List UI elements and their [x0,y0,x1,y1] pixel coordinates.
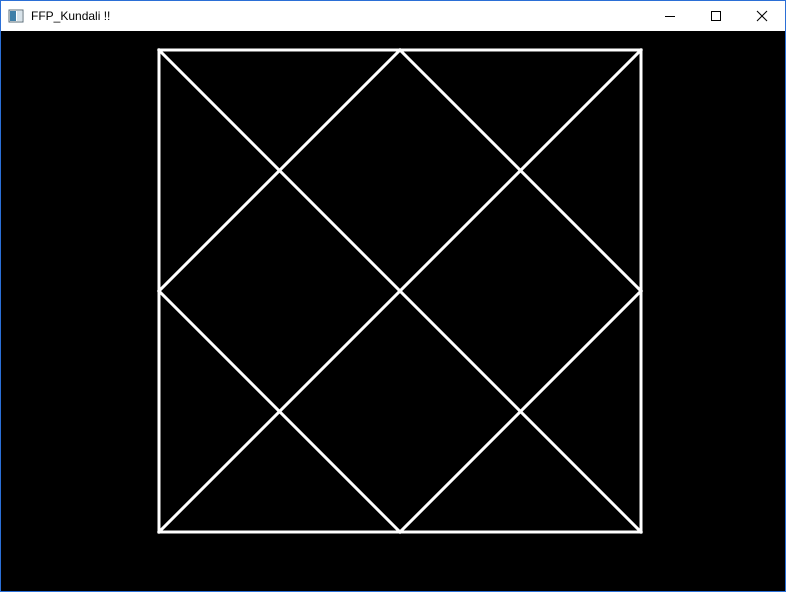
app-icon [8,8,24,24]
minimize-button[interactable] [647,1,693,31]
minimize-icon [665,16,675,17]
kundali-chart [156,47,644,535]
close-button[interactable] [739,1,785,31]
maximize-button[interactable] [693,1,739,31]
app-window: FFP_Kundali !! [0,0,786,592]
window-title: FFP_Kundali !! [31,9,111,23]
close-icon [756,10,768,22]
window-controls [647,1,785,31]
title-bar[interactable]: FFP_Kundali !! [1,1,785,31]
drawing-canvas [1,31,785,591]
maximize-icon [711,11,721,21]
